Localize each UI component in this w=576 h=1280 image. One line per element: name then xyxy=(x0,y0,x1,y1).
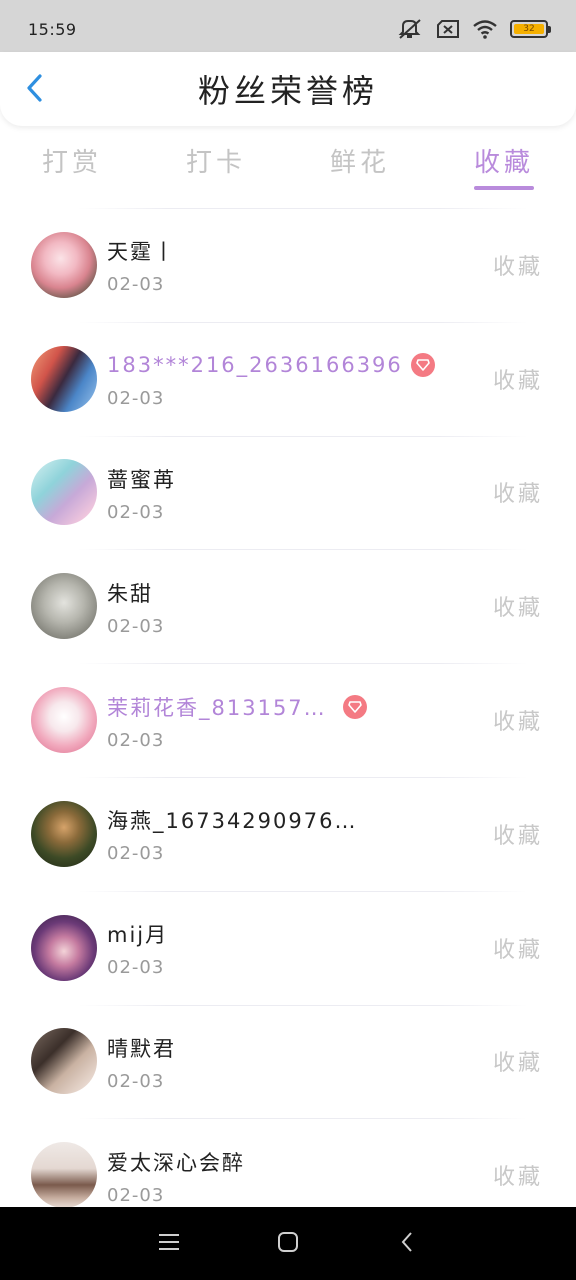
avatar[interactable] xyxy=(31,459,97,526)
avatar[interactable] xyxy=(31,687,97,754)
vip-diamond-icon xyxy=(410,353,435,378)
fan-name: 爱太深心会醉 xyxy=(107,1150,245,1175)
favorite-label: 收藏 xyxy=(492,710,543,736)
favorite-label: 收藏 xyxy=(492,254,543,280)
fan-name: 朱甜 xyxy=(107,581,153,606)
list-item[interactable]: 蔷蜜苒 02-03 收藏 xyxy=(0,435,576,550)
nav-back-button[interactable] xyxy=(387,1224,427,1264)
home-button[interactable] xyxy=(268,1224,308,1264)
fan-name: 晴默君 xyxy=(107,1036,176,1061)
favorite-label: 收藏 xyxy=(492,1165,543,1191)
fan-date: 02-03 xyxy=(107,1184,165,1206)
vip-diamond-icon xyxy=(342,694,367,719)
list-item[interactable]: 茉莉花香_813157… 02-03 收藏 xyxy=(0,663,576,777)
app-header: 粉丝荣誉榜 xyxy=(0,52,576,126)
tab-label: 鲜花 xyxy=(329,148,390,178)
fan-name: 蔷蜜苒 xyxy=(107,467,176,492)
favorite-label: 收藏 xyxy=(492,596,543,622)
tab-label: 打赏 xyxy=(41,148,102,178)
list-item[interactable]: mij月 02-03 收藏 xyxy=(0,890,576,1005)
list-item[interactable]: 海燕_16734290976… 02-03 收藏 xyxy=(0,776,576,891)
avatar[interactable] xyxy=(31,1028,97,1095)
avatar[interactable] xyxy=(31,573,97,640)
tab-checkin[interactable]: 打卡 xyxy=(144,136,288,196)
favorite-label: 收藏 xyxy=(492,368,543,394)
back-button[interactable] xyxy=(16,70,52,110)
list-item[interactable]: 朱甜 02-03 收藏 xyxy=(0,549,576,663)
fan-date: 02-03 xyxy=(107,388,165,410)
status-icons: 32 xyxy=(398,18,551,40)
battery-level: 32 xyxy=(514,24,544,34)
list-item[interactable]: 天霆丨 02-03 收藏 xyxy=(0,208,576,322)
status-time: 15:59 xyxy=(28,19,77,39)
system-nav-bar xyxy=(0,1207,576,1280)
wifi-icon xyxy=(472,19,498,39)
active-tab-indicator xyxy=(474,186,534,190)
tab-favorites[interactable]: 收藏 xyxy=(432,136,576,196)
favorite-label: 收藏 xyxy=(492,937,543,963)
fan-date: 02-03 xyxy=(107,843,165,865)
menu-icon xyxy=(158,1233,180,1255)
fan-date: 02-03 xyxy=(107,274,165,296)
no-sim-icon xyxy=(436,19,460,39)
fan-date: 02-03 xyxy=(107,1070,165,1092)
tab-flowers[interactable]: 鲜花 xyxy=(288,136,432,196)
fan-name: 海燕_16734290976… xyxy=(107,809,358,834)
fan-name: 183***216_2636166396 xyxy=(107,353,403,378)
back-chevron-icon xyxy=(400,1231,414,1257)
tab-reward[interactable]: 打赏 xyxy=(0,136,144,196)
favorite-label: 收藏 xyxy=(492,482,543,508)
mute-vibrate-icon xyxy=(398,18,424,40)
battery-icon: 32 xyxy=(510,20,551,38)
fan-list: 天霆丨 02-03 收藏 183***216_2636166396 02-03 … xyxy=(0,208,576,1232)
tab-label: 打卡 xyxy=(185,148,246,178)
status-bar: 15:59 32 xyxy=(0,0,576,52)
tab-label: 收藏 xyxy=(473,148,534,178)
fan-date: 02-03 xyxy=(107,615,165,637)
favorite-label: 收藏 xyxy=(492,823,543,849)
avatar[interactable] xyxy=(31,345,97,412)
avatar[interactable] xyxy=(31,914,97,981)
avatar[interactable] xyxy=(31,231,97,298)
list-item[interactable]: 晴默君 02-03 收藏 xyxy=(0,1004,576,1119)
page-title: 粉丝荣誉榜 xyxy=(197,72,378,110)
tab-bar: 打赏 打卡 鲜花 收藏 xyxy=(0,136,576,196)
fan-name: 天霆丨 xyxy=(107,240,176,265)
home-square-icon xyxy=(277,1231,299,1257)
list-item[interactable]: 183***216_2636166396 02-03 收藏 xyxy=(0,321,576,436)
favorite-label: 收藏 xyxy=(492,1051,543,1077)
fan-date: 02-03 xyxy=(107,729,165,751)
chevron-left-icon xyxy=(25,73,43,107)
menu-button[interactable] xyxy=(149,1224,189,1264)
fan-date: 02-03 xyxy=(107,501,165,523)
avatar[interactable] xyxy=(31,1142,97,1209)
fan-name: mij月 xyxy=(107,923,169,948)
fan-name: 茉莉花香_813157… xyxy=(107,695,327,720)
avatar[interactable] xyxy=(31,800,97,867)
fan-date: 02-03 xyxy=(107,957,165,979)
